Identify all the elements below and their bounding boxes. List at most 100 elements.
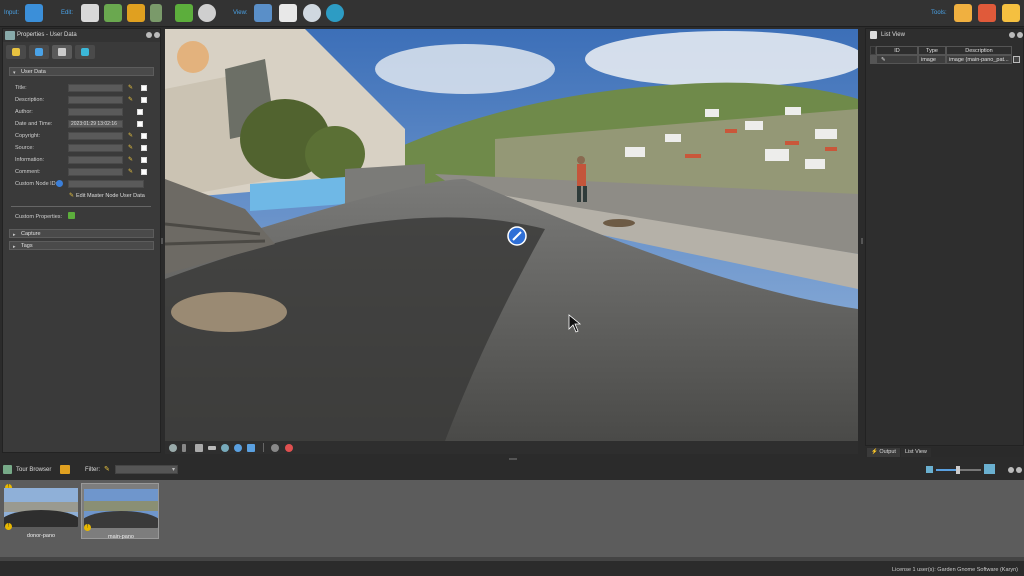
filter-pencil-icon[interactable]: ✎ — [104, 465, 112, 473]
tour-browser-header: Tour Browser Filter: ✎ ▾ — [0, 462, 1024, 478]
undock-button[interactable] — [1009, 32, 1015, 38]
edit-pencil-icon[interactable]: ✎ — [128, 156, 133, 163]
author-field[interactable] — [68, 108, 123, 116]
row-description-cell[interactable]: image (main-pano_pat... — [946, 55, 1012, 64]
title-field[interactable] — [68, 84, 123, 92]
copy-icon[interactable] — [141, 169, 147, 175]
target-icon[interactable] — [271, 444, 279, 452]
row-type-cell[interactable]: image — [918, 55, 946, 64]
warning-icon: ! — [84, 524, 91, 531]
copy-icon[interactable] — [137, 109, 143, 115]
undock-button[interactable] — [1008, 467, 1014, 473]
date-time-label: Date and Time: — [15, 121, 53, 127]
copyright-field[interactable] — [68, 132, 123, 140]
tab-user-data[interactable] — [52, 45, 72, 59]
gnome-tool-icon[interactable] — [1002, 4, 1020, 22]
edit-pencil-icon[interactable]: ✎ — [128, 168, 133, 175]
description-field[interactable] — [68, 96, 123, 104]
undock-button[interactable] — [146, 32, 152, 38]
thumbnail-image — [84, 489, 158, 528]
pano-thumbnail-donor[interactable]: ! ! donor-pano — [2, 483, 80, 539]
copy-icon[interactable] — [141, 157, 147, 163]
close-panel-button[interactable] — [1017, 32, 1023, 38]
tour-browser-title: Tour Browser — [16, 467, 52, 473]
frame-icon[interactable] — [195, 444, 203, 452]
custom-node-id-field[interactable] — [68, 180, 144, 188]
horizon-icon[interactable] — [208, 446, 216, 450]
compass-icon[interactable] — [169, 444, 177, 452]
user-data-section[interactable]: ▾ User Data — [9, 67, 154, 76]
edit-pencil-icon[interactable]: ✎ — [128, 84, 133, 91]
copy-icon[interactable] — [141, 85, 147, 91]
list-view-header: List View — [866, 29, 1023, 42]
edit-pencil-icon[interactable]: ✎ — [128, 96, 133, 103]
thumbnail-label: main-pano — [108, 534, 134, 540]
user-data-tab-icon — [58, 48, 66, 56]
edit-label: Edit: — [61, 10, 74, 16]
star-tool-icon[interactable] — [954, 4, 972, 22]
eye-icon[interactable] — [326, 4, 344, 22]
pano-thumbnail-main[interactable]: ! main-pano — [81, 483, 159, 540]
color-picker-icon[interactable] — [285, 444, 293, 452]
properties-editor-icon[interactable] — [104, 4, 122, 22]
add-property-icon[interactable] — [68, 212, 75, 219]
tags-section[interactable]: ▸ Tags — [9, 241, 154, 250]
capture-section[interactable]: ▸ Capture — [9, 229, 154, 238]
row-id-cell[interactable]: ✎ — [876, 55, 918, 64]
edit-pencil-icon[interactable]: ✎ — [128, 144, 133, 151]
binoculars-icon[interactable] — [254, 4, 272, 22]
column-header-description[interactable]: Description — [946, 46, 1012, 55]
properties-title: Properties - User Data — [17, 32, 77, 38]
tab-panorama-properties[interactable] — [29, 45, 49, 59]
information-field[interactable] — [68, 156, 123, 164]
edit-pencil-icon[interactable]: ✎ — [128, 132, 133, 139]
link-hotspot[interactable] — [508, 227, 526, 245]
close-panel-button[interactable] — [1016, 467, 1022, 473]
tour-browser-scrollbar[interactable] — [0, 557, 1024, 561]
cloud-tool-icon[interactable] — [978, 4, 996, 22]
copy-icon[interactable] — [137, 121, 143, 127]
tripod-icon[interactable] — [221, 444, 229, 452]
faded-hotspot[interactable] — [177, 41, 209, 73]
tab-output-properties[interactable] — [75, 45, 95, 59]
source-field[interactable] — [68, 144, 123, 152]
left-splitter-handle[interactable] — [161, 238, 163, 244]
right-splitter-handle[interactable] — [861, 238, 863, 244]
browse-icon[interactable] — [1013, 56, 1020, 63]
level-icon[interactable] — [182, 444, 186, 452]
column-header-type[interactable]: Type — [918, 46, 946, 55]
filter-input[interactable]: ▾ — [115, 465, 178, 474]
thumbnail-size-slider[interactable] — [936, 466, 981, 474]
clipboard-icon[interactable] — [279, 4, 297, 22]
tour-editor-icon[interactable] — [127, 4, 145, 22]
copy-icon[interactable] — [141, 133, 147, 139]
import-panorama-icon[interactable] — [25, 4, 43, 22]
tab-image-properties[interactable] — [6, 45, 26, 59]
copy-icon[interactable] — [141, 145, 147, 151]
column-header-id[interactable]: ID — [876, 46, 918, 55]
thumbnail-image — [4, 488, 78, 527]
list-view-tab-label: List View — [905, 449, 927, 455]
tab-output[interactable]: ⚡ Output — [867, 448, 900, 457]
film-reel-icon[interactable] — [198, 4, 216, 22]
edit-master-node-button[interactable]: Edit Master Node User Data — [76, 193, 145, 199]
grid-editor-icon[interactable] — [81, 4, 99, 22]
panorama-viewer[interactable] — [165, 29, 858, 441]
close-panel-button[interactable] — [154, 32, 160, 38]
sort-icon[interactable] — [60, 465, 70, 474]
table-row[interactable]: ✎ image image (main-pano_pat... — [870, 55, 1022, 64]
horizontal-splitter-handle[interactable] — [509, 458, 517, 460]
comment-field[interactable] — [68, 168, 123, 176]
date-time-field[interactable]: 2023:01:29 13:02:16 — [68, 120, 123, 128]
clock-icon[interactable] — [303, 4, 321, 22]
toolbar-divider — [263, 443, 264, 452]
chevron-down-icon[interactable]: ▾ — [172, 466, 175, 473]
edit-pencil-icon: ✎ — [881, 57, 886, 63]
move-icon[interactable] — [234, 444, 242, 452]
map-editor-icon[interactable] — [175, 4, 193, 22]
tab-list-view[interactable]: List View — [901, 448, 931, 457]
copy-icon[interactable] — [141, 97, 147, 103]
translation-icon[interactable] — [150, 4, 162, 22]
stitch-icon[interactable] — [247, 444, 255, 452]
slider-handle[interactable] — [956, 466, 960, 474]
